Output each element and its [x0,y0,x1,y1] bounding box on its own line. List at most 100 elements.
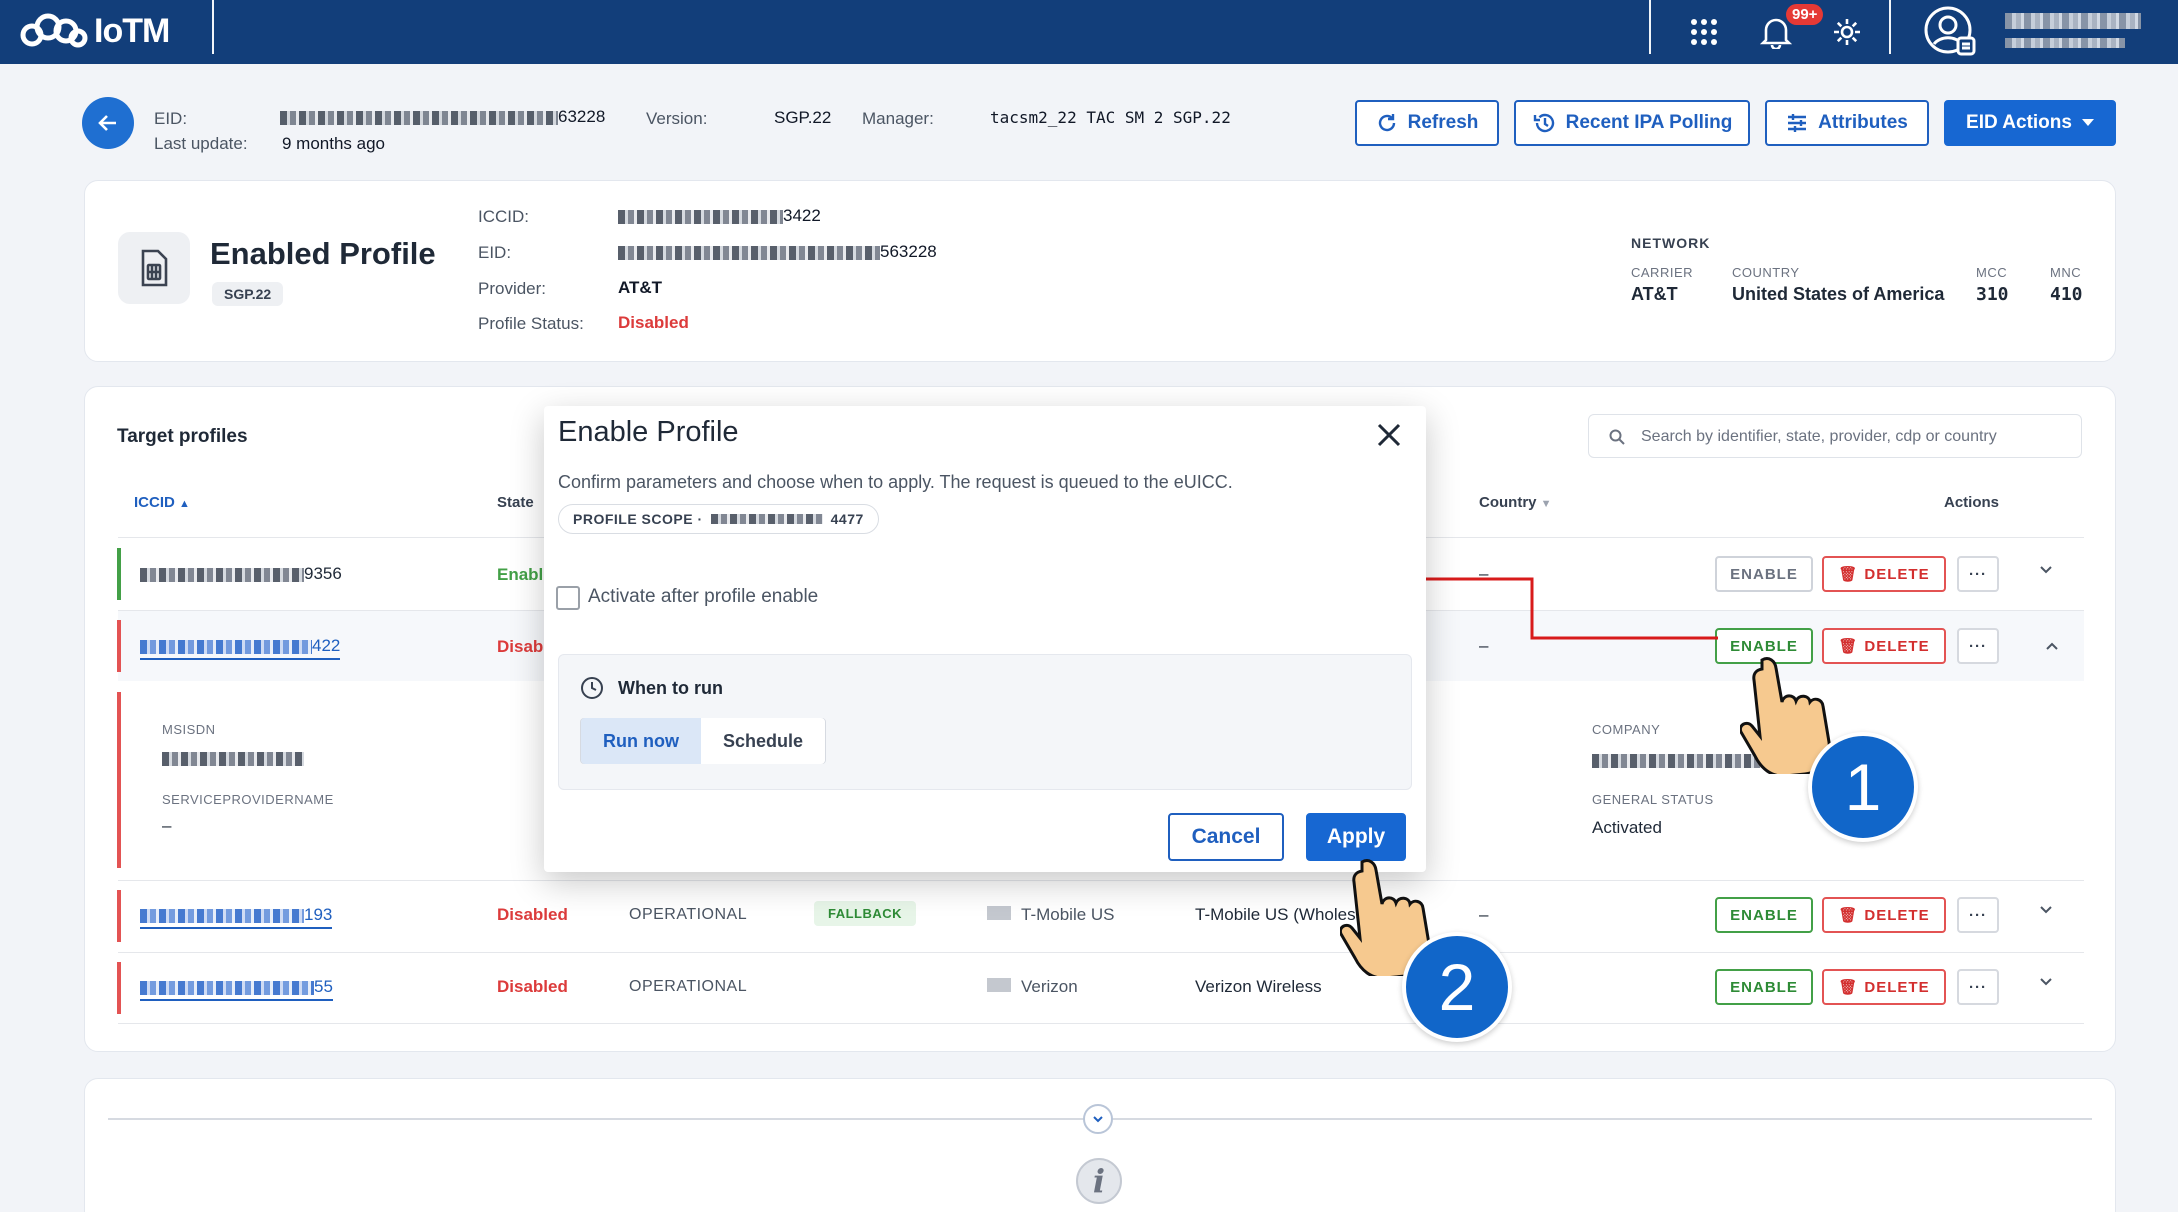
profile-eid-label: EID: [478,243,512,262]
recent-ipa-polling-button[interactable]: Recent IPA Polling [1514,100,1750,146]
top-navbar: IoTM 99+ [0,0,2178,64]
row3-delete-button[interactable]: 🗑 DELETE [1822,897,1946,933]
apps-grid-icon[interactable] [1682,10,1726,54]
carrier-value: AT&T [1631,284,1678,304]
row3-status: OPERATIONAL [629,906,748,923]
row-status-bar [117,548,121,600]
row3-state: Disabled [497,905,568,924]
step-1-marker: 1 [1808,732,1918,842]
chevron-down-icon[interactable] [2036,560,2056,580]
app-logo[interactable]: IoTM [18,6,170,56]
row2-more-button[interactable]: ··· [1957,628,1999,664]
profile-status-value: Disabled [618,313,689,332]
column-state[interactable]: State [497,494,534,511]
provider-value: AT&T [618,278,663,297]
row4-more-button[interactable]: ··· [1957,969,1999,1005]
profile-eid-value: 563228 [618,242,937,262]
mnc-value: 410 [2050,284,2083,305]
row3-country: – [1479,905,1489,924]
notification-badge: 99+ [1786,4,1824,25]
sort-icon: ▼ [1540,498,1552,510]
run-now-option[interactable]: Run now [581,718,701,764]
arrow-left-icon [98,115,116,131]
trash-icon: 🗑 [1838,979,1859,996]
row4-enable-button[interactable]: ENABLE [1715,969,1813,1005]
country-label: COUNTRY [1732,265,1800,280]
fallback-badge: FALLBACK [814,901,917,926]
expand-chevron-button[interactable] [1083,1104,1113,1134]
app-name: IoTM [94,11,170,50]
modal-title: Enable Profile [558,416,739,448]
clock-icon [581,677,603,699]
row4-state: Disabled [497,977,568,996]
cancel-button[interactable]: Cancel [1168,813,1284,861]
iccid-value: 3422 [618,206,821,226]
row3-more-button[interactable]: ··· [1957,897,1999,933]
spn-label: SERVICEPROVIDERNAME [162,792,334,807]
row1-state: Enabl [497,565,544,584]
eid-actions-dropdown[interactable]: EID Actions [1944,100,2116,146]
row2-iccid-link[interactable]: 422 [140,636,341,660]
back-button[interactable] [82,97,134,149]
chevron-down-icon[interactable] [2036,972,2056,992]
version-label: Version: [646,109,708,128]
column-country[interactable]: Country ▼ [1479,494,1552,511]
activate-checkbox-label[interactable]: Activate after profile enable [588,586,818,608]
sliders-icon [1788,114,1807,132]
enable-profile-modal: Enable Profile Confirm parameters and ch… [544,406,1426,872]
divider [118,952,2084,953]
activate-checkbox[interactable] [556,586,580,610]
column-iccid[interactable]: ICCID ▲ [134,494,190,511]
divider [1889,0,1891,54]
row1-iccid[interactable]: 9356 [140,564,342,584]
user-name-redacted[interactable] [2005,12,2145,48]
row-status-bar [117,620,121,672]
apply-button[interactable]: Apply [1306,813,1406,861]
row1-enable-button[interactable]: ENABLE [1715,556,1813,592]
row3-enable-button[interactable]: ENABLE [1715,897,1813,933]
trash-icon: 🗑 [1838,907,1859,924]
enabled-profile-title: Enabled Profile [210,236,436,271]
mcc-label: MCC [1976,265,2008,280]
chevron-up-icon[interactable] [2042,636,2062,656]
schedule-option[interactable]: Schedule [701,718,825,764]
flag-icon [987,906,1011,920]
divider [118,1023,2084,1024]
last-update-value: 9 months ago [282,134,386,153]
row4-iccid-link[interactable]: 55 [140,977,333,1001]
spn-value: – [162,816,172,835]
when-to-run-title: When to run [618,678,723,698]
mcc-value: 310 [1976,284,2009,305]
manager-value: tacsm2_22 TAC SM 2 SGP.22 [990,108,1231,127]
row1-more-button[interactable]: ··· [1957,556,1999,592]
profile-scope-chip: PROFILE SCOPE · 4477 [558,504,879,534]
sort-asc-icon: ▲ [179,498,190,510]
divider [118,880,2084,881]
general-status-value: Activated [1592,818,1662,837]
chevron-down-icon [1093,1116,1103,1123]
refresh-icon [1378,114,1395,132]
carrier-label: CARRIER [1631,265,1694,280]
trash-icon: 🗑 [1838,566,1859,583]
profile-search-input[interactable]: Search by identifier, state, provider, c… [1588,414,2082,458]
trash-icon: 🗑 [1838,638,1859,655]
modal-description: Confirm parameters and choose when to ap… [558,472,1233,492]
scope-redacted [710,514,823,524]
row-status-bar [117,962,121,1014]
row-status-bar [117,890,121,942]
close-icon[interactable] [1374,420,1404,450]
chevron-down-icon[interactable] [2036,900,2056,920]
country-value: United States of America [1732,284,1945,304]
user-avatar[interactable] [1922,4,1978,60]
row3-iccid-link[interactable]: 193 [140,905,333,929]
info-icon[interactable]: i [1076,1158,1122,1204]
refresh-button[interactable]: Refresh [1355,100,1499,146]
profile-status-label: Profile Status: [478,314,584,333]
row4-provider: Verizon [1021,977,1078,996]
gear-icon[interactable] [1825,10,1869,54]
row1-delete-button[interactable]: 🗑 DELETE [1822,556,1946,592]
target-profiles-title: Target profiles [117,426,248,447]
row4-delete-button[interactable]: 🗑 DELETE [1822,969,1946,1005]
attributes-button[interactable]: Attributes [1765,100,1929,146]
manager-label: Manager: [862,109,934,128]
